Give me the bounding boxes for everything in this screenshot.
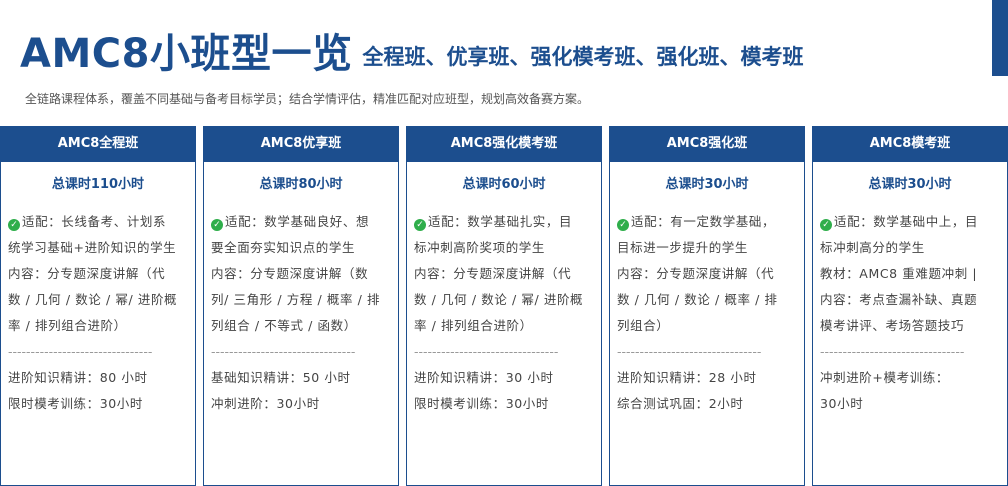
- class-card-list: AMC8全程班 总课时110小时 ✓ 适配：长线备考、计划系 统学习基础+进阶知识…: [0, 126, 1008, 486]
- card-divider: --------------------------------: [414, 344, 559, 359]
- card-line: 率 / 排列组合进阶）: [414, 318, 533, 333]
- card-line-fit: ✓ 适配：长线备考、计划系: [8, 209, 188, 235]
- class-card-full: AMC8全程班 总课时110小时 ✓ 适配：长线备考、计划系 统学习基础+进阶知识…: [0, 126, 196, 486]
- card-line: 进阶知识精讲：80 小时: [8, 370, 148, 385]
- card-line: 率 / 排列组合进阶）: [8, 318, 127, 333]
- card-title: AMC8模考班: [813, 126, 1007, 162]
- card-line: 限时模考训练：30小时: [8, 396, 144, 411]
- card-line: 进阶知识精讲：30 小时: [414, 370, 554, 385]
- check-circle-icon: ✓: [414, 219, 426, 231]
- page-header: AMC8小班型一览 全程班、优享班、强化模考班、强化班、模考班: [20, 24, 803, 80]
- card-line: 数 / 几何 / 数论 / 幂/ 进阶概: [8, 292, 178, 307]
- card-line: 要全面夯实知识点的学生: [211, 240, 356, 255]
- card-total-hours: 总课时30小时: [665, 177, 749, 192]
- card-title: AMC8优享班: [204, 126, 398, 162]
- card-line: 模考讲评、考场答题技巧: [820, 318, 965, 333]
- card-line: 数 / 几何 / 数论 / 幂/ 进阶概: [414, 292, 584, 307]
- card-line: 列组合 / 不等式 / 函数）: [211, 318, 357, 333]
- card-title: AMC8全程班: [1, 126, 195, 162]
- card-line: 综合测试巩固：2小时: [617, 396, 744, 411]
- card-line: 目标进一步提升的学生: [617, 240, 749, 255]
- card-line: 冲刺进阶+模考训练：: [820, 370, 949, 385]
- card-divider: --------------------------------: [8, 344, 153, 359]
- card-line: 数 / 几何 / 数论 / 概率 / 排: [617, 292, 778, 307]
- card-body: ✓ 适配：数学基础中上，目 标冲刺高分的学生 教材：AMC8 重难题冲刺 | 内容…: [813, 209, 1007, 417]
- page-subtitle: 全程班、优享班、强化模考班、强化班、模考班: [362, 45, 804, 69]
- card-line: 教材：AMC8 重难题冲刺 |: [820, 266, 978, 281]
- class-card-mock: AMC8模考班 总课时30小时 ✓ 适配：数学基础中上，目 标冲刺高分的学生 教材…: [812, 126, 1008, 486]
- class-card-intensive-mock: AMC8强化模考班 总课时60小时 ✓ 适配：数学基础扎实，目 标冲刺高阶奖项的学…: [406, 126, 602, 486]
- card-title: AMC8强化模考班: [407, 126, 601, 162]
- card-line: 标冲刺高阶奖项的学生: [414, 240, 546, 255]
- check-circle-icon: ✓: [617, 219, 629, 231]
- card-body: ✓ 适配：长线备考、计划系 统学习基础+进阶知识的学生 内容：分专题深度讲解（代 …: [1, 209, 195, 417]
- card-line: 列组合）: [617, 318, 670, 333]
- card-body: ✓ 适配：数学基础扎实，目 标冲刺高阶奖项的学生 内容：分专题深度讲解（代 数 /…: [407, 209, 601, 417]
- page-title: AMC8小班型一览: [20, 31, 353, 77]
- card-total-hours: 总课时60小时: [462, 177, 546, 192]
- card-line: 列/ 三角形 / 方程 / 概率 / 排: [211, 292, 381, 307]
- card-line: 统学习基础+进阶知识的学生: [8, 240, 177, 255]
- class-card-intensive: AMC8强化班 总课时30小时 ✓ 适配：有一定数学基础， 目标进一步提升的学生 …: [609, 126, 805, 486]
- card-total-hours: 总课时110小时: [51, 177, 145, 192]
- card-line-fit: ✓ 适配：数学基础扎实，目: [414, 209, 594, 235]
- card-divider: --------------------------------: [820, 344, 965, 359]
- card-line: 30小时: [820, 396, 864, 411]
- card-line: 标冲刺高分的学生: [820, 240, 925, 255]
- card-line-fit: ✓ 适配：数学基础中上，目: [820, 209, 1000, 235]
- card-divider: --------------------------------: [211, 344, 356, 359]
- card-divider: --------------------------------: [617, 344, 762, 359]
- card-total-hours: 总课时30小时: [868, 177, 952, 192]
- card-title: AMC8强化班: [610, 126, 804, 162]
- page-intro: 全链路课程体系，覆盖不同基础与备考目标学员；结合学情评估，精准匹配对应班型，规划…: [25, 92, 590, 106]
- corner-accent-bar: [992, 0, 1008, 76]
- card-total-hours: 总课时80小时: [259, 177, 343, 192]
- card-line: 进阶知识精讲：28 小时: [617, 370, 757, 385]
- check-circle-icon: ✓: [211, 219, 223, 231]
- card-line: 冲刺进阶：30小时: [211, 396, 320, 411]
- class-card-premium: AMC8优享班 总课时80小时 ✓ 适配：数学基础良好、想 要全面夯实知识点的学生…: [203, 126, 399, 486]
- card-line: 限时模考训练：30小时: [414, 396, 550, 411]
- card-line: 基础知识精讲：50 小时: [211, 370, 351, 385]
- card-line: 内容：分专题深度讲解（代: [414, 266, 572, 281]
- card-line: 内容：考点查漏补缺、真题: [820, 292, 978, 307]
- card-line-fit: ✓ 适配：有一定数学基础，: [617, 209, 797, 235]
- card-body: ✓ 适配：有一定数学基础， 目标进一步提升的学生 内容：分专题深度讲解（代 数 /…: [610, 209, 804, 417]
- card-line: 内容：分专题深度讲解（代: [8, 266, 166, 281]
- check-circle-icon: ✓: [8, 219, 20, 231]
- card-body: ✓ 适配：数学基础良好、想 要全面夯实知识点的学生 内容：分专题深度讲解（数 列/…: [204, 209, 398, 417]
- card-line: 内容：分专题深度讲解（数: [211, 266, 369, 281]
- card-line: 内容：分专题深度讲解（代: [617, 266, 775, 281]
- card-line-fit: ✓ 适配：数学基础良好、想: [211, 209, 391, 235]
- check-circle-icon: ✓: [820, 219, 832, 231]
